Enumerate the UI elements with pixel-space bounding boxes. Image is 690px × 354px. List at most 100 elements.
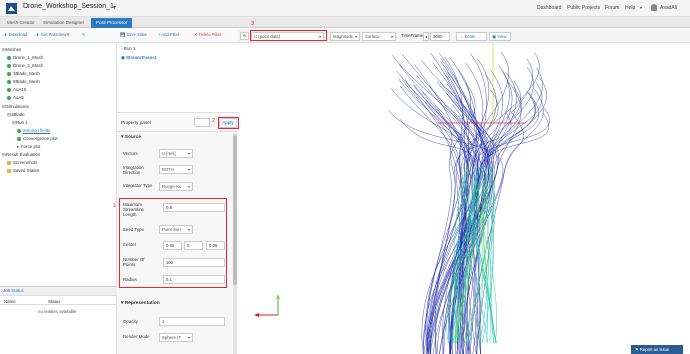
property-panel-label: Property panel bbox=[121, 120, 151, 125]
integrator-type-select[interactable]: Runge-Ku bbox=[159, 182, 193, 191]
nav-dashboard[interactable]: Dashboard bbox=[537, 5, 561, 11]
tree-sim-3blade[interactable]: ⊟3Blade bbox=[7, 111, 25, 118]
tree-saved-states[interactable]: Saved States bbox=[7, 167, 39, 174]
save-state-label: Save State bbox=[126, 32, 147, 37]
get-paraview-button[interactable]: ⬇ Get ParaViewR bbox=[36, 32, 69, 37]
delete-filter-button[interactable]: ✕ Delete Filter bbox=[194, 32, 221, 37]
get-paraview-label: Get ParaViewR bbox=[40, 32, 70, 37]
streamline bbox=[456, 52, 540, 354]
property-search-input[interactable] bbox=[194, 118, 210, 127]
status-ok-icon bbox=[7, 63, 11, 68]
tree-screenshots[interactable]: Screenshots bbox=[7, 159, 37, 166]
status-ok-icon bbox=[7, 55, 11, 60]
render-mode-select[interactable]: Sphere (T bbox=[159, 333, 193, 342]
tab-simulation-designer[interactable]: Simulation Designer bbox=[38, 18, 89, 28]
tree-run-child-label: Solution fields bbox=[23, 128, 51, 133]
tree-mesh-item[interactable]: 5Blade_Mesh bbox=[7, 78, 40, 85]
tree-convergence-plot[interactable]: Convergence plot bbox=[17, 135, 57, 142]
nav-user[interactable]: AsadAli bbox=[660, 5, 677, 11]
pipeline-browser: ◦ Run 1 ◉ StreamTracer1 bbox=[117, 44, 238, 112]
report-label: Report an issue bbox=[639, 347, 670, 352]
simscale-logo-icon[interactable] bbox=[6, 3, 17, 14]
status-ok-icon bbox=[7, 71, 11, 76]
tree-mesh-item[interactable]: AoA10 bbox=[7, 86, 26, 93]
download-button[interactable]: ⬇ Download bbox=[4, 32, 27, 37]
scale-button[interactable]: ⇔ Scale bbox=[456, 32, 487, 41]
nav-public-projects[interactable]: Public Projects bbox=[567, 5, 600, 11]
render-mode-label: Render Mode bbox=[123, 334, 150, 339]
tree-force-plot[interactable]: ▸ Force plot bbox=[17, 143, 41, 150]
source-section-header[interactable]: ▾ Source bbox=[121, 135, 141, 140]
pipeline-filter[interactable]: ◉ StreamTracer1 bbox=[121, 54, 157, 61]
tree-run-1[interactable]: ⊟Run 1 bbox=[12, 119, 28, 126]
chevron-down-icon[interactable]: ▾ bbox=[113, 4, 116, 11]
view-button[interactable]: ▣ View bbox=[489, 32, 511, 41]
magnitude-select[interactable]: Magnitude bbox=[330, 32, 360, 41]
folder-icon bbox=[7, 168, 11, 173]
job-status-title: Job Status bbox=[3, 288, 24, 293]
timeframe-label: TimeFrame bbox=[401, 33, 424, 38]
source-title: Source bbox=[124, 135, 142, 140]
delete-filter-label: Delete Filter bbox=[198, 32, 222, 37]
opacity-input[interactable]: 1 bbox=[159, 317, 225, 326]
tree-result-evaluation[interactable]: ⊟Result Evaluation bbox=[2, 151, 40, 158]
report-issue-button[interactable]: ⚑ Report an issue bbox=[631, 345, 683, 354]
tree-saved-states-label: Saved States bbox=[13, 168, 40, 173]
save-state-button[interactable]: 💾 Save State bbox=[120, 32, 147, 38]
chevron-down-icon[interactable]: ▾ bbox=[640, 5, 642, 10]
refresh-icon[interactable]: ↻ bbox=[82, 32, 86, 37]
annotation-number: 3 bbox=[251, 21, 255, 27]
tree-meshes[interactable]: ⊟Meshes bbox=[2, 46, 21, 53]
add-filter-button[interactable]: + Add Filter bbox=[158, 32, 179, 37]
status-ok-icon bbox=[17, 128, 21, 133]
tree-mesh-item[interactable]: AoA5 bbox=[7, 94, 24, 101]
timeframe-input[interactable]: 3000 bbox=[430, 32, 450, 41]
step-back-icon[interactable]: ◂ bbox=[423, 32, 429, 41]
vectors-label: Vectors bbox=[123, 151, 138, 156]
tree-meshes-label: Meshes bbox=[6, 47, 22, 52]
annotation-box-parameters bbox=[119, 198, 227, 288]
eye-icon[interactable]: ◦ bbox=[121, 46, 123, 51]
tree-simulations-label: Simulations bbox=[6, 104, 29, 109]
status-ok-icon bbox=[17, 136, 21, 141]
pipeline-filter-label: StreamTracer1 bbox=[126, 55, 157, 60]
pipeline-run-label: Run 1 bbox=[123, 46, 136, 51]
tree-sim-label: 3Blade bbox=[11, 112, 25, 117]
tree-mesh-item[interactable]: 3Blade_Mesh bbox=[7, 70, 40, 77]
tree-run-child-label: Convergence plot bbox=[23, 136, 58, 141]
opacity-label: Opacity bbox=[123, 319, 138, 324]
vectors-select[interactable]: U [m/s] bbox=[159, 149, 193, 158]
annotation-number: 2 bbox=[212, 118, 216, 124]
3d-viewport[interactable] bbox=[238, 43, 690, 354]
streamline-plot[interactable] bbox=[238, 43, 690, 354]
tree-mesh-item[interactable]: Drone_1_Mesh bbox=[7, 54, 43, 61]
column-name[interactable]: Name bbox=[4, 299, 16, 304]
eye-icon[interactable]: ◉ bbox=[121, 55, 125, 60]
tree-mesh-label: Drone_1_Mesh bbox=[13, 55, 44, 60]
tab-post-processor[interactable]: Post-Processor bbox=[91, 18, 133, 28]
tree-mesh-label: Drone_2_Mesh bbox=[13, 63, 44, 68]
tree-solution-fields[interactable]: Solution fields bbox=[17, 127, 50, 134]
tree-simulations[interactable]: ⊟Simulations bbox=[2, 103, 29, 110]
integration-direction-select[interactable]: BOTH bbox=[159, 165, 193, 174]
scrollbar-thumb[interactable] bbox=[233, 135, 237, 285]
nav-help[interactable]: Help bbox=[625, 5, 635, 11]
download-label: Download bbox=[8, 32, 28, 37]
representation-section-header[interactable]: ▾ Representation bbox=[121, 301, 160, 306]
tree-mesh-label: 5Blade_Mesh bbox=[13, 79, 40, 84]
streamline bbox=[388, 109, 504, 354]
nav-forum[interactable]: Forum bbox=[605, 5, 619, 11]
column-status[interactable]: Status bbox=[48, 299, 60, 304]
annotation-number: 1 bbox=[113, 203, 117, 209]
tab-mesh-creator[interactable]: Mesh Creator bbox=[2, 18, 40, 28]
project-title[interactable]: Drone_Workshop_Session_1 bbox=[23, 3, 114, 10]
folder-icon bbox=[7, 160, 11, 165]
pipeline-run[interactable]: ◦ Run 1 bbox=[121, 45, 136, 52]
reset-camera-icon[interactable]: ⟲ bbox=[240, 32, 249, 40]
representation-select[interactable]: Surface bbox=[362, 32, 396, 41]
streamline bbox=[469, 89, 544, 354]
tree-run-child-label: Force plot bbox=[21, 144, 41, 149]
annotation-box-apply bbox=[218, 117, 239, 129]
tree-mesh-item[interactable]: Drone_2_Mesh bbox=[7, 62, 43, 69]
orientation-arrow bbox=[254, 313, 259, 317]
